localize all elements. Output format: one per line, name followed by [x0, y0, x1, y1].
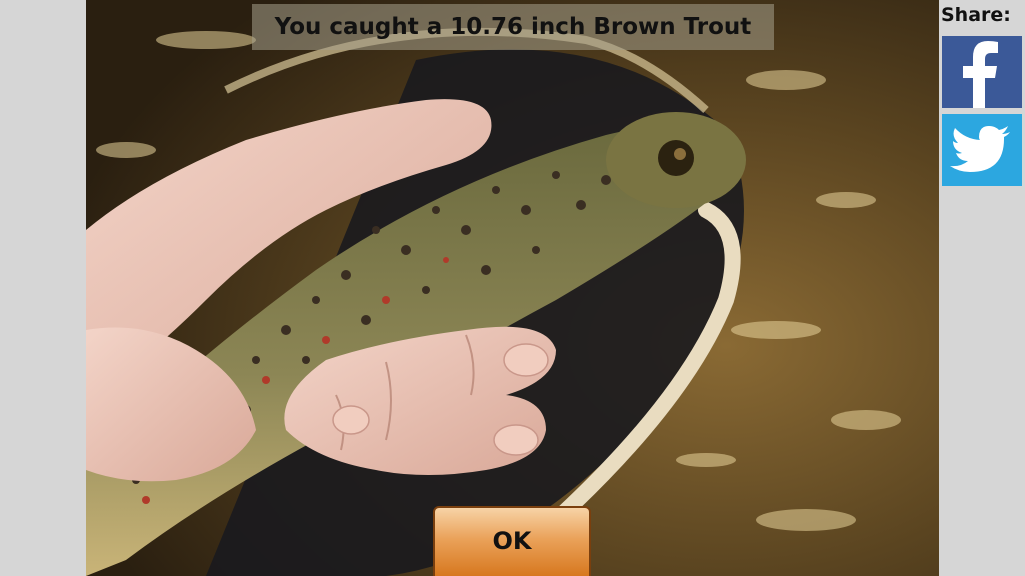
- catch-caption: You caught a 10.76 inch Brown Trout: [252, 4, 774, 50]
- twitter-icon: [950, 126, 1010, 172]
- trout-photo: [86, 0, 939, 576]
- facebook-share-button[interactable]: [942, 36, 1022, 108]
- facebook-icon: [963, 41, 998, 108]
- brown-trout-in-hand-icon: [86, 0, 939, 576]
- twitter-share-button[interactable]: [942, 114, 1022, 186]
- catch-screen: You caught a 10.76 inch Brown Trout Shar…: [0, 0, 1025, 576]
- ok-button[interactable]: OK: [433, 506, 591, 576]
- share-label: Share:: [941, 4, 1011, 26]
- share-panel: Share:: [939, 0, 1025, 576]
